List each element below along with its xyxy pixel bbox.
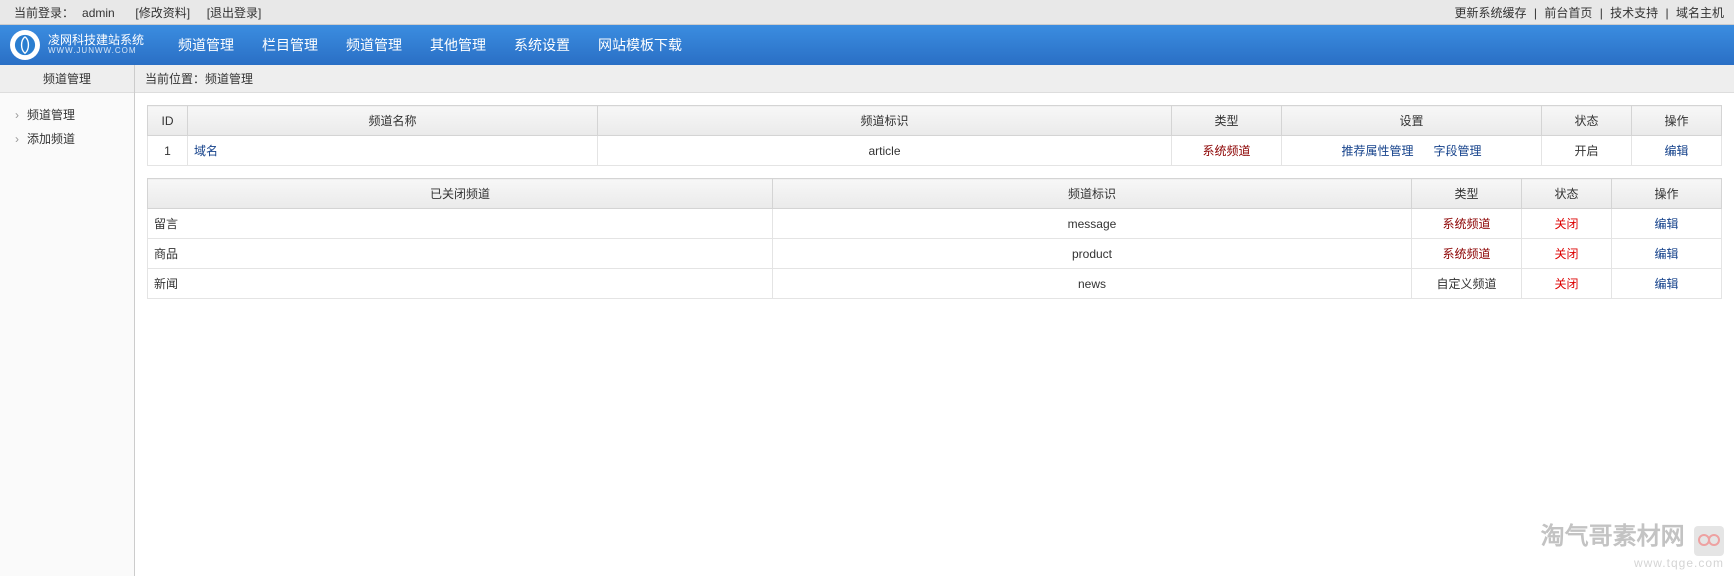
table-row: 1 域名 article 系统频道 推荐属性管理 字段管理 开启 编辑 [148,136,1722,166]
logout-link[interactable]: [退出登录] [207,6,262,20]
cell-op: 编辑 [1612,209,1722,239]
cell-type: 系统频道 [1202,144,1250,158]
crumb-label: 当前位置： [145,72,205,86]
edit-link[interactable]: 编辑 [1654,217,1678,231]
th-id: ID [148,106,188,136]
closed-channels-table: 已关闭频道 频道标识 类型 状态 操作 留言message系统频道关闭编辑商品p… [147,178,1722,299]
sidebar: 频道管理 频道管理 添加频道 [0,65,135,576]
table-header-row: ID 频道名称 频道标识 类型 设置 状态 操作 [148,106,1722,136]
cell-status: 关闭 [1522,209,1612,239]
cell-op: 编辑 [1612,269,1722,299]
edit-link[interactable]: 编辑 [1654,247,1678,261]
channel-name-link[interactable]: 域名 [194,144,218,158]
nav-item-2[interactable]: 频道管理 [332,25,416,65]
sidebar-item-channel-add[interactable]: 添加频道 [15,127,134,151]
brand: 凌网科技建站系统 WWW.JUNWW.COM [48,34,144,56]
th-closed: 已关闭频道 [148,179,773,209]
main-nav: 凌网科技建站系统 WWW.JUNWW.COM 频道管理 栏目管理 频道管理 其他… [0,25,1734,65]
crumb-value: 频道管理 [205,72,253,86]
th-settings: 设置 [1282,106,1542,136]
nav-item-1[interactable]: 栏目管理 [248,25,332,65]
th-op: 操作 [1632,106,1722,136]
support-link[interactable]: 技术支持 [1610,6,1658,20]
cell-slug: product [773,239,1412,269]
cell-slug: news [773,269,1412,299]
login-label: 当前登录： [14,6,74,20]
topbar: 当前登录：admin [修改资料] [退出登录] 更新系统缓存 | 前台首页 |… [0,0,1734,25]
username: admin [82,6,115,20]
refresh-cache-link[interactable]: 更新系统缓存 [1455,6,1527,20]
sidebar-item-channel-manage[interactable]: 频道管理 [15,103,134,127]
table-row: 商品product系统频道关闭 编辑 [148,239,1722,269]
cell-name: 新闻 [148,269,773,299]
cell-type: 自定义频道 [1412,269,1522,299]
cell-name: 留言 [148,209,773,239]
sidebar-header: 频道管理 [0,65,134,93]
cell-op: 编辑 [1612,239,1722,269]
edit-profile-link[interactable]: [修改资料] [135,6,190,20]
brand-sub: WWW.JUNWW.COM [48,47,144,56]
logo-icon [10,30,40,60]
cell-status: 关闭 [1522,269,1612,299]
th-slug: 频道标识 [598,106,1172,136]
cell-slug: message [773,209,1412,239]
nav-item-0[interactable]: 频道管理 [164,25,248,65]
cell-id: 1 [148,136,188,166]
table-row: 新闻news自定义频道关闭 编辑 [148,269,1722,299]
breadcrumb: 当前位置：频道管理 [135,65,1734,93]
edit-link[interactable]: 编辑 [1664,144,1688,158]
th-slug: 频道标识 [773,179,1412,209]
nav-items: 频道管理 栏目管理 频道管理 其他管理 系统设置 网站模板下载 [164,25,696,65]
cell-name: 商品 [148,239,773,269]
cell-slug: article [598,136,1172,166]
th-name: 频道名称 [188,106,598,136]
field-manage-link[interactable]: 字段管理 [1434,144,1482,158]
cell-type: 系统频道 [1412,209,1522,239]
th-status: 状态 [1522,179,1612,209]
main: 当前位置：频道管理 ID 频道名称 频道标识 类型 设置 状态 操作 [135,65,1734,576]
frontend-link[interactable]: 前台首页 [1544,6,1592,20]
th-type: 类型 [1412,179,1522,209]
table-header-row: 已关闭频道 频道标识 类型 状态 操作 [148,179,1722,209]
cell-status: 开启 [1542,136,1632,166]
cell-status: 关闭 [1522,239,1612,269]
nav-item-5[interactable]: 网站模板下载 [584,25,696,65]
recommend-attr-link[interactable]: 推荐属性管理 [1341,144,1413,158]
domain-host-link[interactable]: 域名主机 [1676,6,1724,20]
open-channels-table: ID 频道名称 频道标识 类型 设置 状态 操作 1 域名 article 系统 [147,105,1722,166]
th-status: 状态 [1542,106,1632,136]
nav-item-3[interactable]: 其他管理 [416,25,500,65]
table-row: 留言message系统频道关闭 编辑 [148,209,1722,239]
nav-item-4[interactable]: 系统设置 [500,25,584,65]
th-type: 类型 [1172,106,1282,136]
edit-link[interactable]: 编辑 [1654,277,1678,291]
cell-type: 系统频道 [1412,239,1522,269]
th-op: 操作 [1612,179,1722,209]
